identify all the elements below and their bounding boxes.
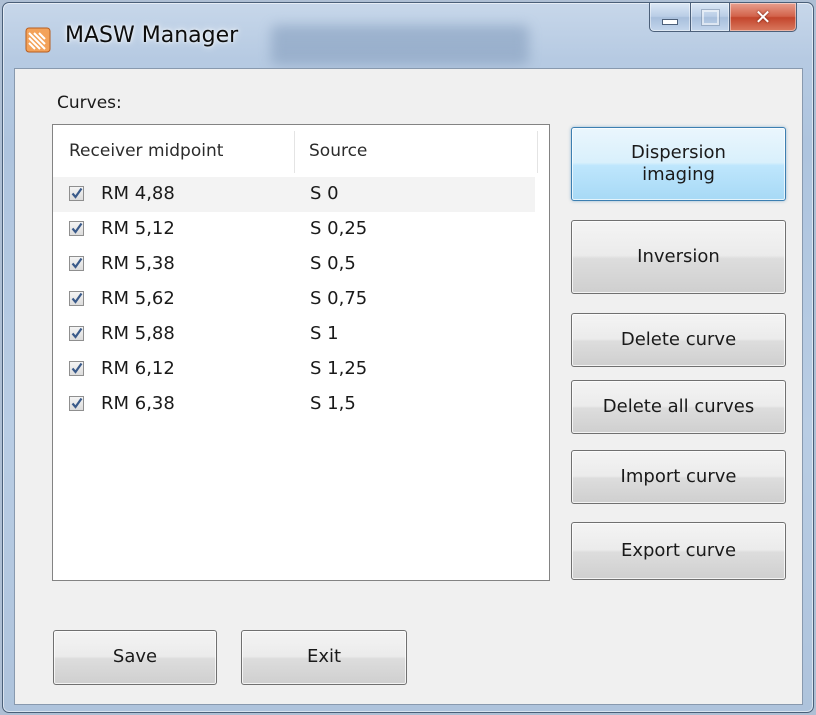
column-header-source[interactable]: Source — [309, 141, 367, 161]
delete-all-curves-label: Delete all curves — [602, 395, 755, 417]
list-row[interactable]: RM 5,62 S 0,75 — [53, 282, 549, 317]
exit-button[interactable]: Exit — [241, 630, 407, 685]
titlebar-glass-reflection — [271, 25, 529, 65]
window-frame: MASW Manager ✕ Curves: Receiver midpoint… — [2, 2, 814, 713]
client-area: Curves: Receiver midpoint Source RM 4,88… — [14, 68, 803, 705]
close-icon: ✕ — [754, 5, 772, 29]
column-separator[interactable] — [294, 131, 295, 173]
list-row[interactable]: RM 6,12 S 1,25 — [53, 352, 549, 387]
close-button[interactable]: ✕ — [730, 3, 797, 32]
checkmark-icon — [71, 362, 83, 374]
listview-rows: RM 4,88 S 0 RM 5,12 S 0,25 RM 5,38 S 0,5… — [53, 177, 549, 422]
listview-header: Receiver midpoint Source — [53, 125, 549, 177]
checkmark-icon — [71, 222, 83, 234]
checkmark-icon — [71, 257, 83, 269]
inversion-button[interactable]: Inversion — [571, 220, 786, 294]
receiver-midpoint-cell: RM 6,12 — [101, 358, 175, 379]
delete-curve-button[interactable]: Delete curve — [571, 313, 786, 367]
save-label: Save — [112, 646, 158, 668]
minimize-button[interactable] — [649, 3, 691, 32]
export-curve-button[interactable]: Export curve — [571, 522, 786, 580]
column-header-receiver-midpoint[interactable]: Receiver midpoint — [69, 141, 223, 161]
source-cell: S 0,5 — [310, 253, 356, 274]
source-cell: S 1,5 — [310, 393, 356, 414]
receiver-midpoint-cell: RM 5,62 — [101, 288, 175, 309]
checkmark-icon — [71, 187, 83, 199]
import-curve-label: Import curve — [620, 465, 737, 487]
source-cell: S 1,25 — [310, 358, 368, 379]
delete-all-curves-button[interactable]: Delete all curves — [571, 380, 786, 434]
row-checkbox[interactable] — [69, 361, 84, 376]
list-row[interactable]: RM 4,88 S 0 — [53, 177, 535, 212]
row-checkbox[interactable] — [69, 326, 84, 341]
checkmark-icon — [71, 397, 83, 409]
minimize-icon — [662, 19, 678, 25]
receiver-midpoint-cell: RM 4,88 — [101, 183, 175, 204]
curves-listview[interactable]: Receiver midpoint Source RM 4,88 S 0 RM … — [52, 124, 550, 581]
source-cell: S 0,25 — [310, 218, 368, 239]
import-curve-button[interactable]: Import curve — [571, 450, 786, 504]
window-controls: ✕ — [649, 3, 797, 33]
receiver-midpoint-cell: RM 5,88 — [101, 323, 175, 344]
maximize-icon — [700, 8, 720, 26]
list-row[interactable]: RM 5,88 S 1 — [53, 317, 549, 352]
row-checkbox[interactable] — [69, 256, 84, 271]
row-checkbox[interactable] — [69, 186, 84, 201]
delete-curve-label: Delete curve — [620, 328, 737, 350]
dispersion-imaging-button[interactable]: Dispersion imaging — [571, 127, 786, 201]
maximize-button[interactable] — [691, 3, 730, 32]
receiver-midpoint-cell: RM 5,38 — [101, 253, 175, 274]
receiver-midpoint-cell: RM 6,38 — [101, 393, 175, 414]
source-cell: S 0 — [310, 183, 339, 204]
source-cell: S 0,75 — [310, 288, 368, 309]
curves-label: Curves: — [57, 93, 122, 113]
checkmark-icon — [71, 327, 83, 339]
list-row[interactable]: RM 5,12 S 0,25 — [53, 212, 549, 247]
checkmark-icon — [71, 292, 83, 304]
row-checkbox[interactable] — [69, 221, 84, 236]
receiver-midpoint-cell: RM 5,12 — [101, 218, 175, 239]
column-separator[interactable] — [537, 131, 538, 173]
exit-label: Exit — [306, 646, 342, 668]
list-row[interactable]: RM 5,38 S 0,5 — [53, 247, 549, 282]
window-title: MASW Manager — [65, 23, 239, 48]
export-curve-label: Export curve — [620, 539, 737, 561]
row-checkbox[interactable] — [69, 396, 84, 411]
row-checkbox[interactable] — [69, 291, 84, 306]
dispersion-imaging-label: Dispersion imaging — [631, 141, 726, 186]
masw-app-icon — [25, 27, 51, 53]
inversion-label: Inversion — [637, 245, 720, 267]
save-button[interactable]: Save — [53, 630, 217, 685]
list-row[interactable]: RM 6,38 S 1,5 — [53, 387, 549, 422]
source-cell: S 1 — [310, 323, 339, 344]
